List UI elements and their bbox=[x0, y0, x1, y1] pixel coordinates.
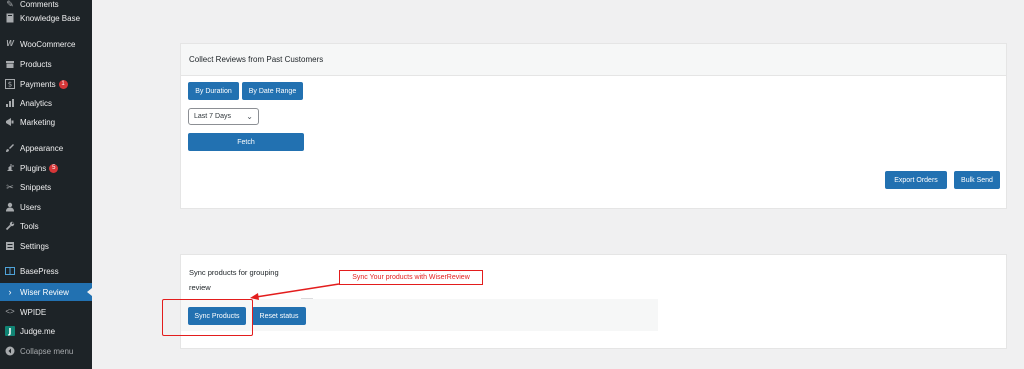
sidebar-item-plugins[interactable]: Plugins 5 bbox=[0, 159, 92, 177]
sidebar-item-knowledge-base[interactable]: Knowledge Base bbox=[0, 9, 92, 27]
fetch-button[interactable]: Fetch bbox=[188, 133, 304, 151]
judgeme-icon: J bbox=[5, 326, 15, 336]
panel-title: Collect Reviews from Past Customers bbox=[189, 55, 324, 64]
admin-sidebar: ✎ Comments Knowledge Base W WooCommerce … bbox=[0, 0, 92, 369]
sidebar-item-label: WPIDE bbox=[20, 307, 47, 317]
bar-chart-icon bbox=[5, 98, 15, 108]
sidebar-item-label: Wiser Review bbox=[20, 287, 69, 297]
sync-products-panel: Sync products for grouping review bbox=[180, 254, 1007, 349]
panel-header: Collect Reviews from Past Customers bbox=[181, 44, 1006, 76]
sync-section-title: Sync products for grouping review bbox=[189, 268, 279, 292]
sidebar-item-label: Snippets bbox=[20, 182, 52, 192]
dollar-icon: $ bbox=[5, 79, 15, 89]
svg-text:J: J bbox=[8, 327, 12, 336]
comment-icon: ✎ bbox=[6, 0, 14, 9]
plugin-icon bbox=[5, 163, 15, 173]
bulk-send-button[interactable]: Bulk Send bbox=[954, 171, 1000, 189]
sidebar-item-label: WooCommerce bbox=[20, 39, 76, 49]
annotation-label: Sync Your products with WiserReview bbox=[339, 270, 483, 285]
duration-select-value: Last 7 Days bbox=[194, 113, 231, 120]
settings-icon bbox=[5, 241, 15, 251]
archive-icon bbox=[5, 59, 15, 69]
sidebar-item-appearance[interactable]: Appearance bbox=[0, 139, 92, 157]
sidebar-item-label: Plugins bbox=[20, 163, 47, 173]
sidebar-item-basepress[interactable]: BasePress bbox=[0, 262, 92, 280]
duration-select[interactable]: Last 7 Days ⌄ bbox=[188, 108, 259, 125]
sidebar-item-snippets[interactable]: ✂ Snippets bbox=[0, 178, 92, 196]
sidebar-item-wpide[interactable]: <> WPIDE bbox=[0, 303, 92, 321]
annotation-highlight-box bbox=[162, 299, 253, 336]
sidebar-item-wiser-review[interactable]: › Wiser Review bbox=[0, 283, 92, 301]
sidebar-item-settings[interactable]: Settings bbox=[0, 237, 92, 255]
megaphone-icon bbox=[5, 117, 15, 127]
scissors-icon: ✂ bbox=[6, 181, 14, 192]
notification-badge: 1 bbox=[58, 79, 68, 89]
sidebar-item-label: Knowledge Base bbox=[20, 13, 81, 23]
sidebar-item-label: Users bbox=[20, 202, 41, 212]
paintbrush-icon bbox=[5, 143, 15, 153]
reset-status-button[interactable]: Reset status bbox=[252, 307, 306, 325]
sidebar-item-label: Collapse menu bbox=[20, 346, 74, 356]
sidebar-item-woocommerce[interactable]: W WooCommerce bbox=[0, 35, 92, 53]
sidebar-item-users[interactable]: Users bbox=[0, 198, 92, 216]
user-icon bbox=[5, 202, 15, 212]
sidebar-item-label: Appearance bbox=[20, 143, 64, 153]
collapse-menu-button[interactable]: Collapse menu bbox=[0, 342, 92, 360]
sidebar-item-judgeme[interactable]: J Judge.me bbox=[0, 322, 92, 340]
export-orders-button[interactable]: Export Orders bbox=[885, 171, 947, 189]
sidebar-item-marketing[interactable]: Marketing bbox=[0, 113, 92, 131]
svg-text:$: $ bbox=[8, 81, 12, 89]
sidebar-item-label: BasePress bbox=[20, 266, 59, 276]
code-icon: <> bbox=[5, 307, 15, 316]
collapse-icon bbox=[5, 346, 15, 356]
sidebar-item-payments[interactable]: $ Payments 1 bbox=[0, 75, 92, 93]
notification-badge: 5 bbox=[49, 163, 59, 173]
by-date-range-button[interactable]: By Date Range bbox=[242, 82, 303, 100]
sidebar-item-label: Analytics bbox=[20, 98, 53, 108]
wrench-icon bbox=[5, 221, 15, 231]
collect-reviews-panel: Collect Reviews from Past Customers bbox=[180, 43, 1007, 209]
book-icon bbox=[5, 13, 15, 23]
sidebar-item-label: Judge.me bbox=[20, 326, 56, 336]
sidebar-item-label: Products bbox=[20, 59, 52, 69]
sidebar-item-label: Payments bbox=[20, 79, 56, 89]
sidebar-item-label: Marketing bbox=[20, 117, 56, 127]
open-book-icon bbox=[5, 266, 15, 276]
chevron-down-icon: ⌄ bbox=[246, 112, 253, 121]
sidebar-item-products[interactable]: Products bbox=[0, 55, 92, 73]
chevron-right-icon: › bbox=[8, 286, 12, 297]
sidebar-item-tools[interactable]: Tools bbox=[0, 217, 92, 235]
sidebar-item-label: Comments bbox=[20, 0, 59, 9]
woocommerce-icon: W bbox=[6, 39, 14, 48]
sidebar-item-label: Settings bbox=[20, 241, 49, 251]
sidebar-item-analytics[interactable]: Analytics bbox=[0, 94, 92, 112]
sidebar-item-label: Tools bbox=[20, 221, 39, 231]
by-duration-button[interactable]: By Duration bbox=[188, 82, 239, 100]
